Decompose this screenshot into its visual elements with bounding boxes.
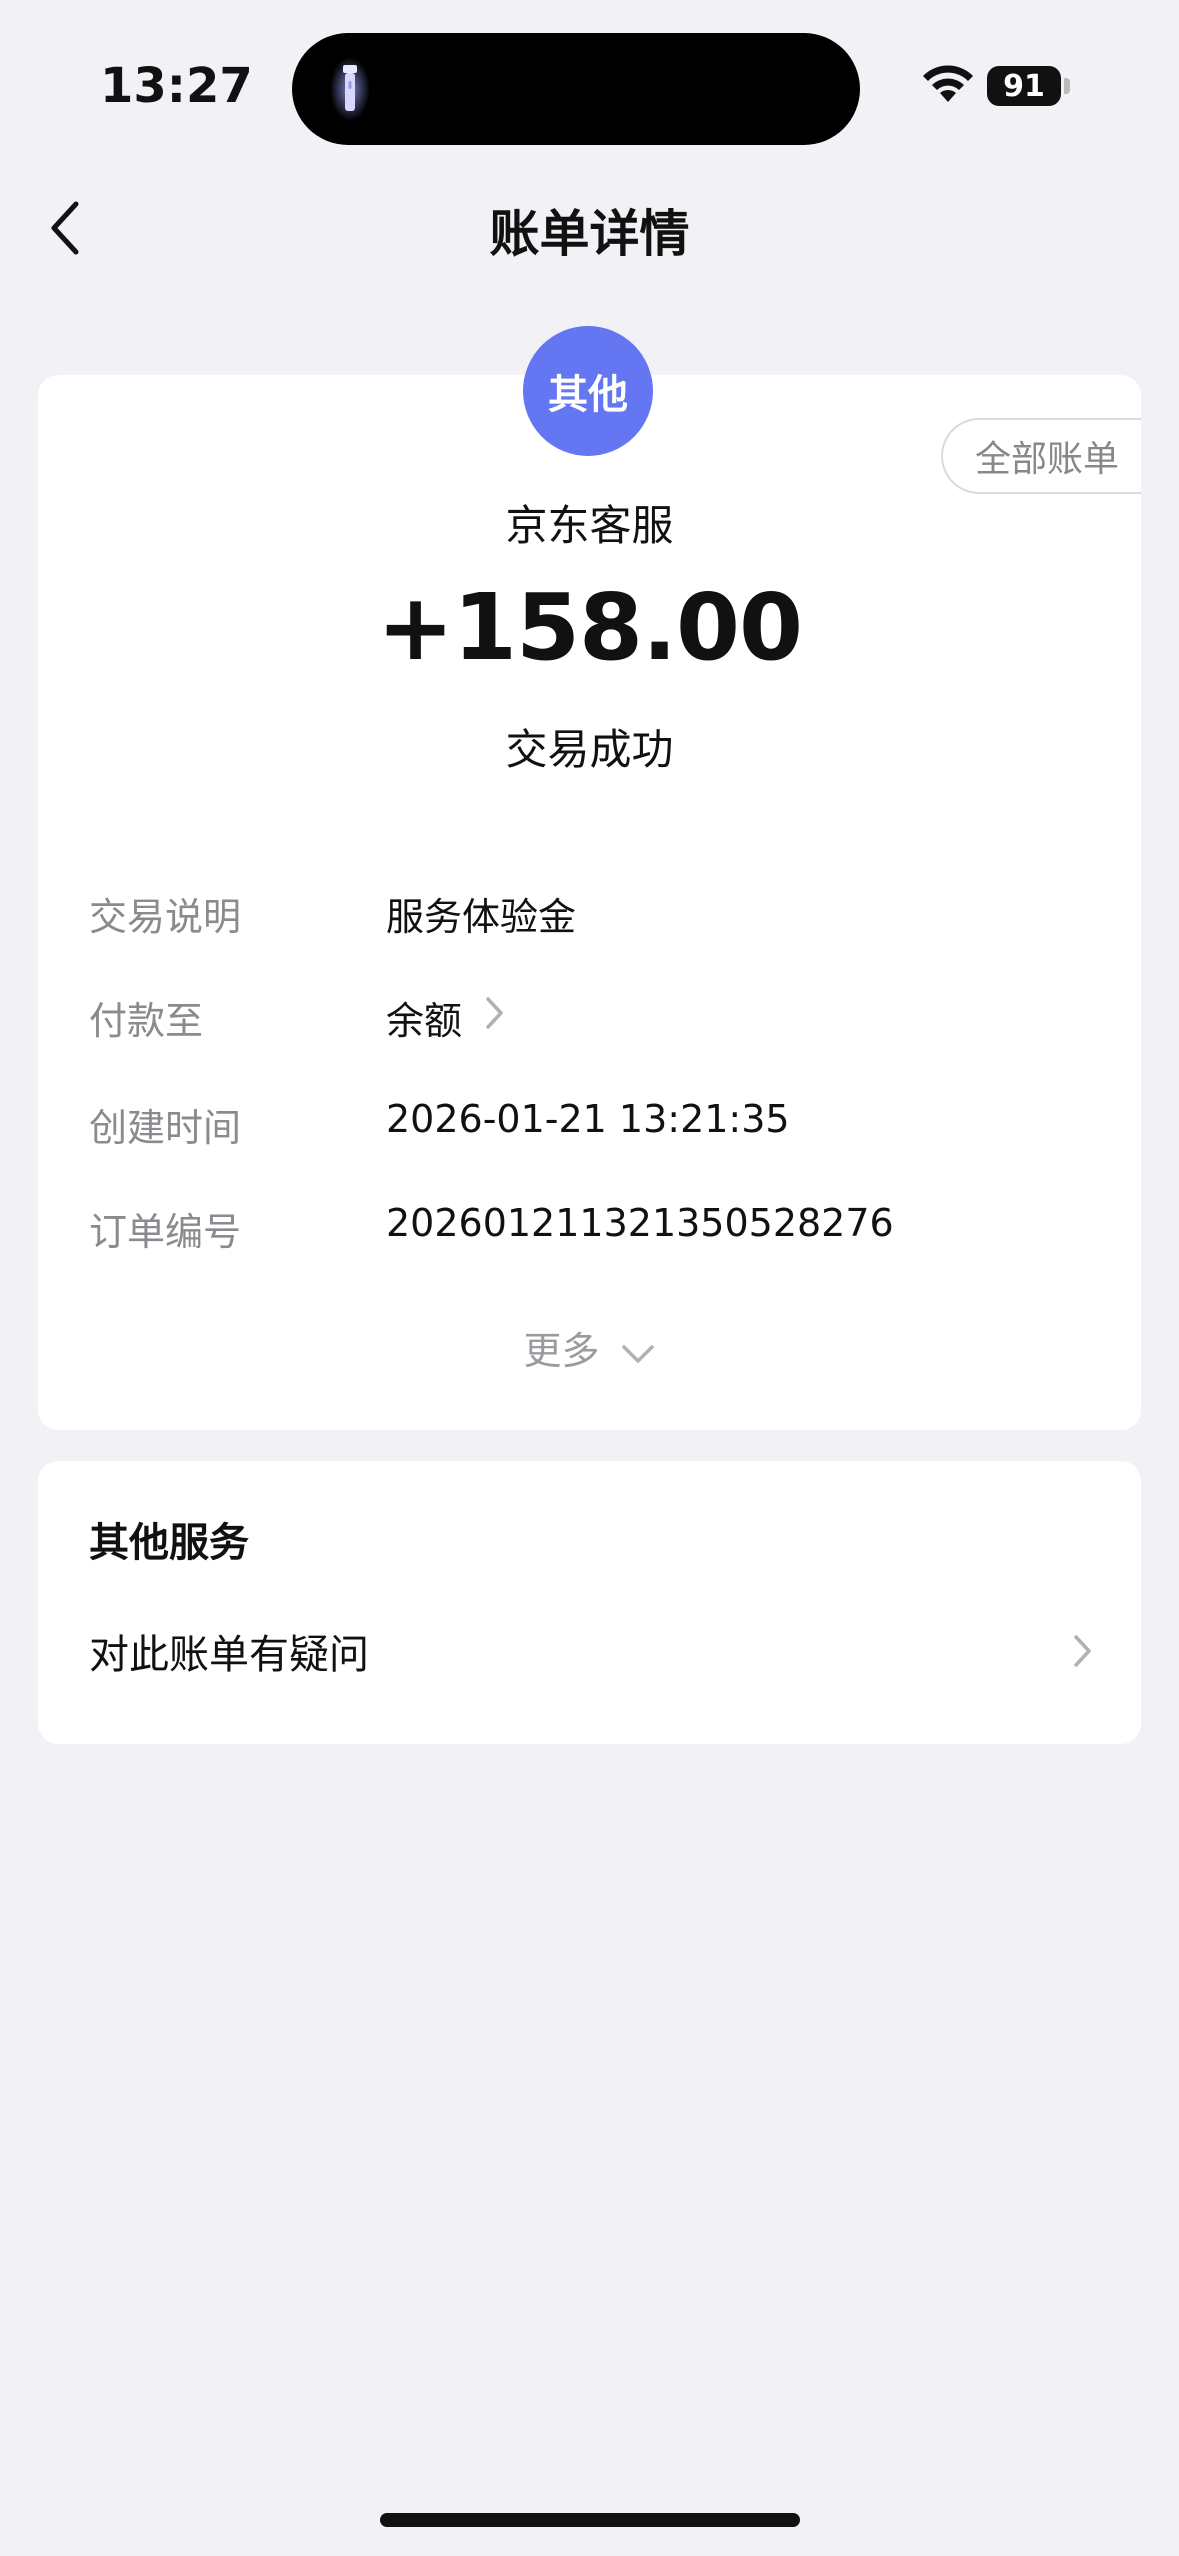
battery-level: 91 [1003, 68, 1045, 104]
detail-label: 创建时间 [89, 1106, 242, 1150]
status-bar: 13:27 91 [0, 0, 1179, 150]
category-avatar: 其他 [523, 326, 653, 456]
status-time: 13:27 [100, 58, 253, 114]
page-title: 账单详情 [489, 205, 690, 263]
chevron-right-icon [486, 997, 503, 1029]
detail-label: 付款至 [89, 999, 204, 1043]
detail-value: 2026-01-21 13:21:35 [386, 1097, 790, 1141]
home-indicator[interactable] [380, 2513, 800, 2527]
battery-tip [1064, 78, 1070, 94]
bill-amount: +158.00 [376, 574, 803, 681]
bill-question-label: 对此账单有疑问 [89, 1632, 369, 1678]
wifi-icon [923, 65, 973, 102]
bill-question-item[interactable]: 对此账单有疑问 [38, 1610, 1141, 1690]
category-avatar-label: 其他 [548, 372, 628, 418]
merchant-name: 京东客服 [505, 501, 674, 550]
chevron-down-icon [621, 1344, 654, 1363]
transaction-status: 交易成功 [505, 725, 674, 774]
detail-value[interactable]: 余额 [386, 990, 462, 1045]
all-bills-label: 全部账单 [975, 439, 1120, 480]
detail-label: 交易说明 [89, 895, 242, 939]
detail-row-pay-to[interactable]: 付款至 余额 [89, 990, 1089, 1050]
detail-row-order-number: 订单编号 20260121132135052827​6 [89, 1201, 1089, 1261]
dynamic-island [292, 33, 860, 145]
detail-label: 订单编号 [89, 1210, 242, 1254]
battery-icon: 91 [987, 66, 1061, 106]
all-bills-button[interactable]: 全部账单 [941, 418, 1141, 494]
other-services-title: 其他服务 [89, 1520, 249, 1566]
detail-row-description: 交易说明 服务体验金 [89, 886, 1089, 946]
detail-row-created-time: 创建时间 2026-01-21 13:21:35 [89, 1097, 1089, 1157]
detail-value: 20260121132135052827​6 [386, 1201, 894, 1245]
detail-value: 服务体验金 [386, 895, 577, 939]
other-services-card [38, 1461, 1141, 1744]
more-button[interactable]: 更多 [0, 1320, 1179, 1375]
flashlight-icon [330, 57, 370, 121]
more-label: 更多 [523, 1329, 600, 1373]
chevron-right-icon [1074, 1635, 1091, 1667]
